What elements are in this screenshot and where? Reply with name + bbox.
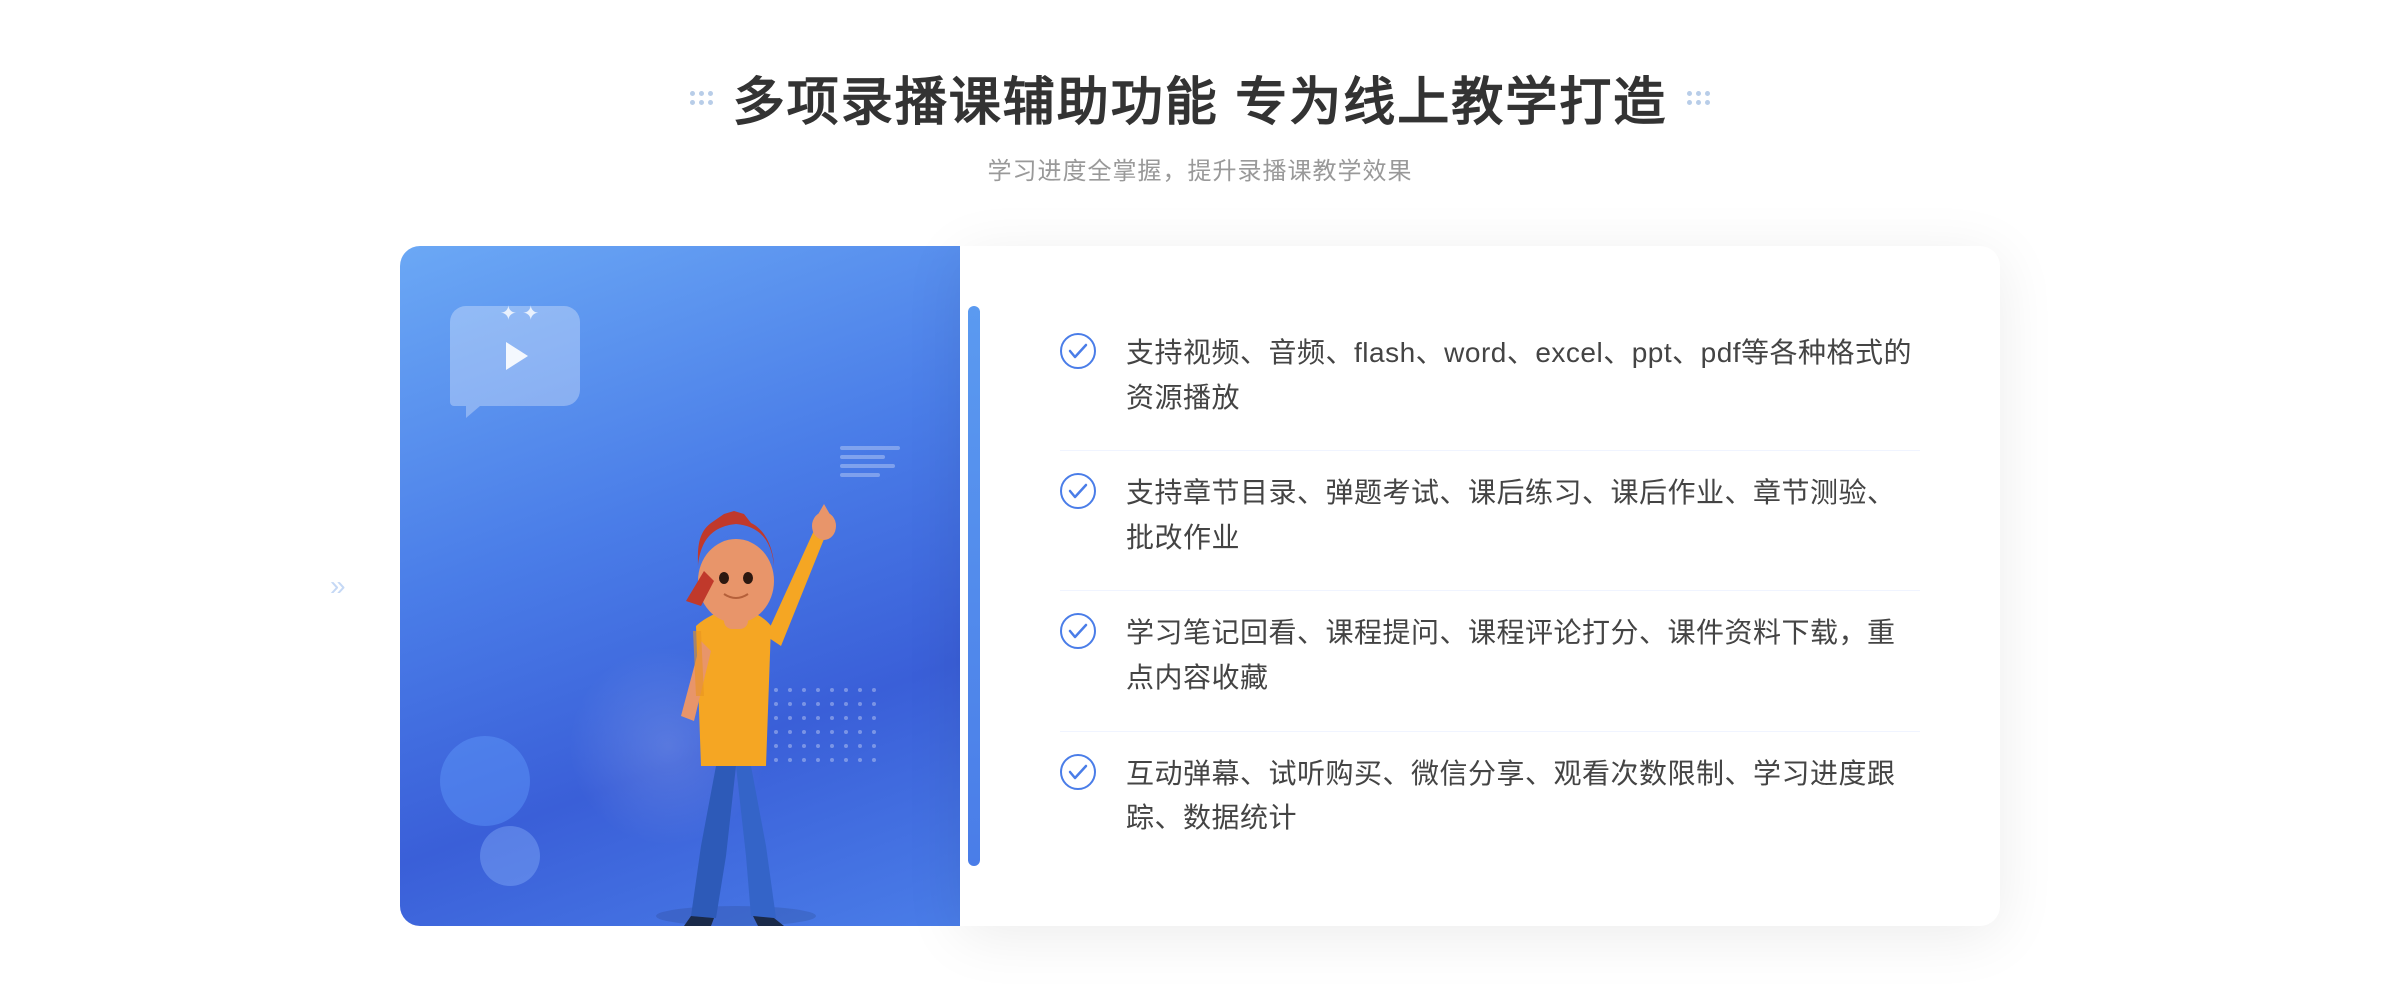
feature-text-2: 支持章节目录、弹题考试、课后练习、课后作业、章节测验、批改作业 <box>1126 471 1920 561</box>
feature-text-1: 支持视频、音频、flash、word、excel、ppt、pdf等各种格式的资源… <box>1126 331 1920 421</box>
check-icon-4 <box>1060 754 1096 790</box>
feature-text-3: 学习笔记回看、课程提问、课程评论打分、课件资料下载，重点内容收藏 <box>1126 611 1920 701</box>
subtitle: 学习进度全掌握，提升录播课教学效果 <box>988 151 1413 186</box>
title-row: 多项录播课辅助功能 专为线上教学打造 <box>690 60 1710 135</box>
deco-circle-large <box>440 736 530 826</box>
left-arrow-decoration: » <box>330 572 346 600</box>
feature-text-4: 互动弹幕、试听购买、微信分享、观看次数限制、学习进度跟踪、数据统计 <box>1126 752 1920 842</box>
feature-item-3: 学习笔记回看、课程提问、课程评论打分、课件资料下载，重点内容收藏 <box>1060 590 1920 721</box>
feature-item-1: 支持视频、音频、flash、word、excel、ppt、pdf等各种格式的资源… <box>1060 311 1920 441</box>
accent-strip <box>968 306 980 866</box>
sparkle-decoration: ✦ ✦ <box>500 301 539 326</box>
main-title: 多项录播课辅助功能 专为线上教学打造 <box>733 60 1667 135</box>
feature-item-2: 支持章节目录、弹题考试、课后练习、课后作业、章节测验、批改作业 <box>1060 450 1920 581</box>
left-dots-decoration <box>690 91 713 105</box>
illustration-panel: ✦ ✦ <box>400 246 960 926</box>
check-icon-1 <box>1060 333 1096 369</box>
right-dots-decoration <box>1687 91 1710 105</box>
header-section: 多项录播课辅助功能 专为线上教学打造 学习进度全掌握，提升录播课教学效果 <box>0 60 2400 186</box>
content-area: » ✦ ✦ <box>400 246 2000 926</box>
chevron-right-icon: » <box>330 572 346 600</box>
check-icon-2 <box>1060 473 1096 509</box>
check-icon-3 <box>1060 613 1096 649</box>
page-container: 多项录播课辅助功能 专为线上教学打造 学习进度全掌握，提升录播课教学效果 » ✦… <box>0 0 2400 1006</box>
deco-circle-small <box>480 826 540 886</box>
right-panel: 支持视频、音频、flash、word、excel、ppt、pdf等各种格式的资源… <box>960 246 2000 926</box>
play-triangle-icon <box>506 342 528 370</box>
feature-item-4: 互动弹幕、试听购买、微信分享、观看次数限制、学习进度跟踪、数据统计 <box>1060 731 1920 862</box>
person-figure-svg <box>596 426 876 926</box>
figure-illustration <box>596 426 876 926</box>
